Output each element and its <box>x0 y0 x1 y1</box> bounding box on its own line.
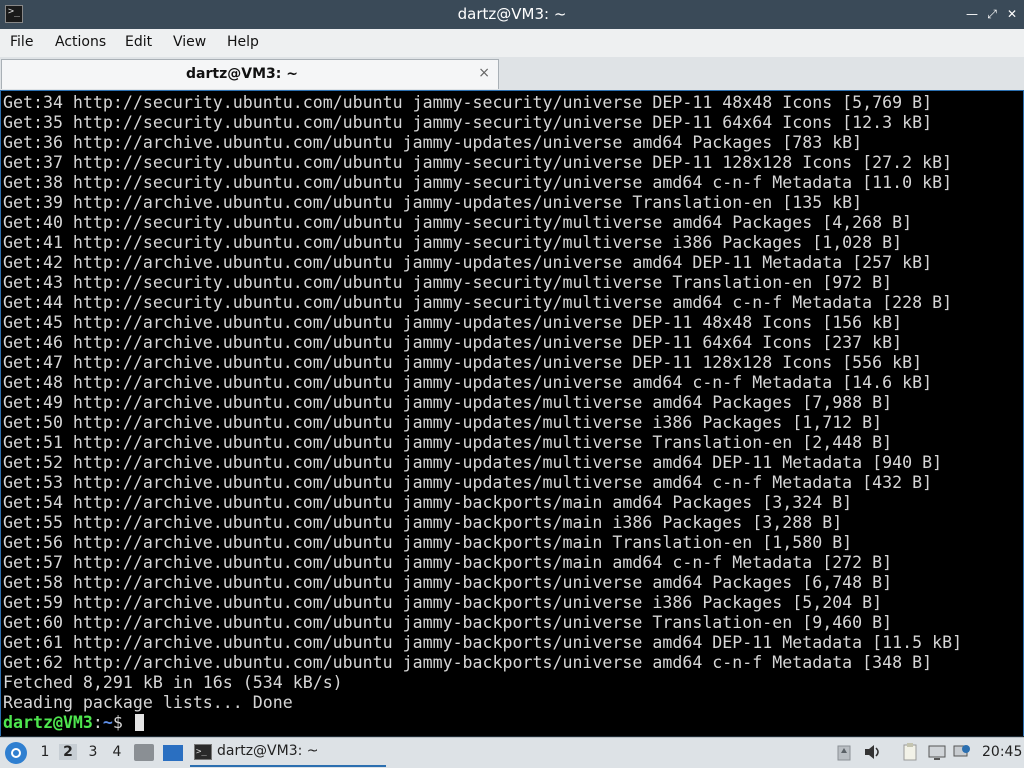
terminal-line: Get:34 http://security.ubuntu.com/ubuntu… <box>3 93 933 112</box>
workspace-1[interactable]: 1 <box>36 744 54 760</box>
terminal-line: Get:40 http://security.ubuntu.com/ubuntu… <box>3 213 913 232</box>
file-manager-icon[interactable] <box>134 744 154 761</box>
terminal-line: Fetched 8,291 kB in 16s (534 kB/s) <box>3 673 343 692</box>
terminal-line: Get:50 http://archive.ubuntu.com/ubuntu … <box>3 413 883 432</box>
terminal-line: Get:55 http://archive.ubuntu.com/ubuntu … <box>3 513 843 532</box>
terminal-line: Get:49 http://archive.ubuntu.com/ubuntu … <box>3 393 893 412</box>
prompt-symbol: $ <box>112 713 133 732</box>
maximize-icon[interactable]: ⤢ <box>984 6 1000 22</box>
terminal-line: Get:45 http://archive.ubuntu.com/ubuntu … <box>3 313 903 332</box>
terminal-task-icon: >_ <box>194 744 212 760</box>
terminal-line: Get:46 http://archive.ubuntu.com/ubuntu … <box>3 333 903 352</box>
terminal-line: Reading package lists... Done <box>3 693 293 712</box>
close-icon[interactable]: ✕ <box>1004 6 1020 22</box>
terminal-line: Get:38 http://security.ubuntu.com/ubuntu… <box>3 173 953 192</box>
taskbar-task-terminal[interactable]: >_ dartz@VM3: ~ <box>190 740 386 767</box>
terminal-line: Get:51 http://archive.ubuntu.com/ubuntu … <box>3 433 893 452</box>
terminal-line: Get:43 http://security.ubuntu.com/ubuntu… <box>3 273 893 292</box>
window-title: dartz@VM3: ~ <box>457 5 567 23</box>
terminal-tab[interactable]: dartz@VM3: ~ × <box>1 59 499 89</box>
terminal-line: Get:39 http://archive.ubuntu.com/ubuntu … <box>3 193 863 212</box>
terminal-line: Get:35 http://security.ubuntu.com/ubuntu… <box>3 113 933 132</box>
terminal-prompt-line[interactable]: dartz@VM3:~$ <box>3 713 144 733</box>
menu-view[interactable]: View <box>173 34 206 50</box>
workspace-2[interactable]: 2 <box>59 744 77 760</box>
clipboard-icon[interactable] <box>901 743 919 761</box>
task-label: dartz@VM3: ~ <box>217 743 319 759</box>
workspace-4[interactable]: 4 <box>108 744 126 760</box>
clock: 20:45 <box>982 744 1023 760</box>
minimize-icon[interactable]: — <box>964 6 980 22</box>
terminal-line: Get:54 http://archive.ubuntu.com/ubuntu … <box>3 493 853 512</box>
terminal-output[interactable]: Get:34 http://security.ubuntu.com/ubuntu… <box>0 90 1024 736</box>
terminal-line: Get:47 http://archive.ubuntu.com/ubuntu … <box>3 353 923 372</box>
terminal-cursor <box>134 714 144 731</box>
prompt-user: dartz@VM3 <box>3 713 93 732</box>
terminal-line: Get:58 http://archive.ubuntu.com/ubuntu … <box>3 573 893 592</box>
menu-actions[interactable]: Actions <box>55 34 106 50</box>
menu-help[interactable]: Help <box>227 34 259 50</box>
menu-edit[interactable]: Edit <box>125 34 152 50</box>
display-icon[interactable] <box>928 743 946 761</box>
terminal-line: Get:62 http://archive.ubuntu.com/ubuntu … <box>3 653 933 672</box>
terminal-line: Get:42 http://archive.ubuntu.com/ubuntu … <box>3 253 933 272</box>
tab-bar: dartz@VM3: ~ × <box>0 57 1024 90</box>
volume-icon[interactable] <box>863 743 881 761</box>
tab-label: dartz@VM3: ~ <box>186 66 298 82</box>
terminal-line: Get:36 http://archive.ubuntu.com/ubuntu … <box>3 133 863 152</box>
terminal-line: Get:56 http://archive.ubuntu.com/ubuntu … <box>3 533 853 552</box>
window-titlebar[interactable]: >_ dartz@VM3: ~ — ⤢ ✕ <box>0 0 1024 29</box>
terminal-line: Get:48 http://archive.ubuntu.com/ubuntu … <box>3 373 933 392</box>
terminal-line: Get:53 http://archive.ubuntu.com/ubuntu … <box>3 473 933 492</box>
terminal-line: Get:59 http://archive.ubuntu.com/ubuntu … <box>3 593 883 612</box>
terminal-line: Get:41 http://security.ubuntu.com/ubuntu… <box>3 233 903 252</box>
tab-close-icon[interactable]: × <box>478 65 490 81</box>
menu-bar: File Actions Edit View Help <box>0 29 1024 58</box>
trash-icon[interactable] <box>835 743 853 761</box>
lubuntu-logo-icon[interactable] <box>5 742 27 764</box>
terminal-line: Get:57 http://archive.ubuntu.com/ubuntu … <box>3 553 893 572</box>
terminal-line: Get:37 http://security.ubuntu.com/ubuntu… <box>3 153 953 172</box>
show-desktop-icon[interactable] <box>163 745 183 761</box>
network-icon[interactable] <box>953 743 971 761</box>
terminal-line: Get:44 http://security.ubuntu.com/ubuntu… <box>3 293 953 312</box>
workspace-3[interactable]: 3 <box>84 744 102 760</box>
prompt-separator: : <box>92 713 103 732</box>
terminal-line: Get:52 http://archive.ubuntu.com/ubuntu … <box>3 453 943 472</box>
menu-file[interactable]: File <box>10 34 33 50</box>
taskbar: 1 2 3 4 >_ dartz@VM3: ~ 20:45 <box>0 737 1024 768</box>
terminal-line: Get:61 http://archive.ubuntu.com/ubuntu … <box>3 633 963 652</box>
prompt-path: ~ <box>102 713 113 732</box>
terminal-line: Get:60 http://archive.ubuntu.com/ubuntu … <box>3 613 893 632</box>
